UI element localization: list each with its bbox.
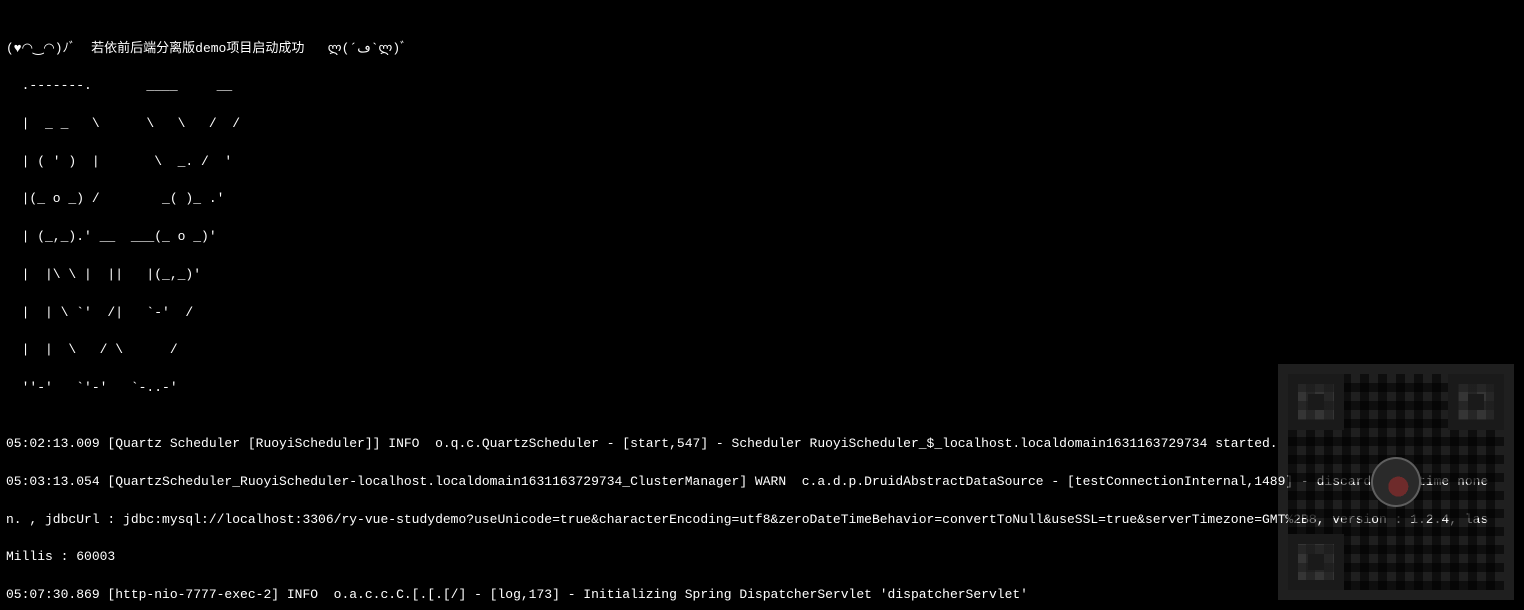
startup-banner: (♥◠‿◠)ﾉﾞ 若依前后端分离版demo项目启动成功 ლ(´ڡ`ლ)ﾞ .--… (6, 21, 1518, 417)
banner-line: |(_ o _) / _( )_ .' (6, 190, 1518, 209)
qr-code-overlay (1278, 364, 1514, 600)
banner-line: | | \ / \ / (6, 341, 1518, 360)
banner-line: (♥◠‿◠)ﾉﾞ 若依前后端分离版demo项目启动成功 ლ(´ڡ`ლ)ﾞ (6, 40, 1518, 59)
qr-finder-icon (1288, 534, 1344, 590)
banner-line: | |\ \ | || |(_,_)' (6, 266, 1518, 285)
qr-finder-icon (1448, 374, 1504, 430)
qr-code-icon (1288, 374, 1504, 590)
banner-line: .-------. ____ __ (6, 77, 1518, 96)
banner-line: | _ _ \ \ \ / / (6, 115, 1518, 134)
banner-line: | (_,_).' __ ___(_ o _)' (6, 228, 1518, 247)
qr-center-avatar-icon (1371, 457, 1421, 507)
banner-line: | | \ `' /| `-' / (6, 304, 1518, 323)
banner-line: | ( ' ) | \ _. / ' (6, 153, 1518, 172)
qr-finder-icon (1288, 374, 1344, 430)
